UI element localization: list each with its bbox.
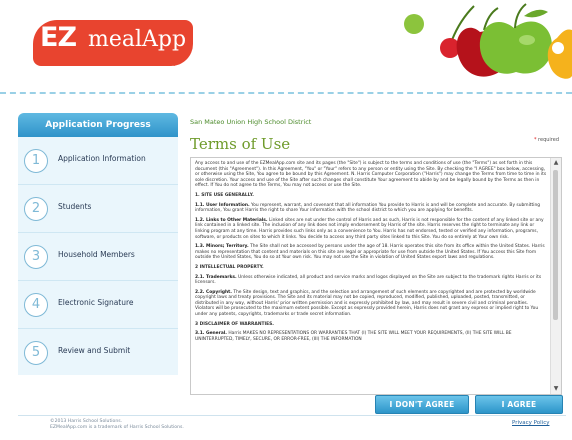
step-number: 1 [24,149,48,173]
required-star: * [533,137,537,143]
footer-divider [18,415,566,416]
clause-heading: 2.1. Trademarks. [195,274,237,280]
dont-agree-button[interactable]: I DON'T AGREE [375,395,469,414]
required-note: * required [534,137,559,143]
step-students[interactable]: 2 Students [18,185,178,233]
district-name: San Mateo Union High School District [190,118,312,126]
section-heading: 3 DISCLAIMER OF WARRANTIES. [195,321,274,327]
clause-heading: 2.2. Copyright. [195,289,232,295]
apple-green-icon [479,21,552,74]
logo-com-text: .com [151,58,176,69]
step-application-information[interactable]: 1 Application Information [18,137,178,185]
page-title: Terms of Use [190,135,291,153]
scroll-up-icon[interactable]: ▲ [552,159,560,167]
header-divider [0,92,572,94]
scroll-thumb[interactable] [553,170,558,320]
clause-heading: 3.1. General. [195,331,227,337]
clause-body: Unless otherwise indicated, all product … [195,274,542,286]
step-label: Household Members [58,250,135,259]
clause-heading: 1.2. Links to Other Materials. [195,217,268,223]
fruit-illustration [404,3,572,79]
step-number: 2 [24,197,48,221]
main-content: San Mateo Union High School District Ter… [190,113,565,414]
clause-body: The Site design, text and graphics, and … [195,289,539,318]
terms-paragraph: 3.1. General. Harris MAKES NO REPRESENTA… [195,331,547,342]
logo-ez-text: EZ [40,22,77,53]
step-label: Review and Submit [58,346,131,355]
step-label: Application Information [58,154,146,163]
step-label: Electronic Signature [58,298,134,307]
pear-icon [547,29,572,79]
header: EZ mealApp .com [0,0,572,108]
trademark-line: EZMealApp.com is a trademark of Harris S… [50,425,184,430]
step-household-members[interactable]: 3 Household Members [18,233,178,281]
terms-paragraph: 2.1. Trademarks. Unless otherwise indica… [195,275,547,286]
required-label: required [538,137,559,143]
terms-paragraph: 1.3. Minors; Territory. The Site shall n… [195,244,547,261]
step-number: 5 [24,341,48,365]
terms-paragraph: 1.2. Links to Other Materials. Linked si… [195,218,547,240]
clause-body: Harris MAKES NO REPRESENTATIONS OR WARRA… [195,331,512,342]
terms-text: Any access to and use of the EZMealApp.c… [195,161,547,346]
step-review-and-submit[interactable]: 5 Review and Submit [18,329,178,376]
application-progress-panel: Application Progress 1 Application Infor… [18,113,178,375]
clause-heading: 1.3. Minors; Territory. [195,244,249,250]
step-number: 4 [24,293,48,317]
terms-intro: Any access to and use of the EZMealApp.c… [195,161,547,189]
logo-meal-text: mealApp [88,27,187,52]
terms-paragraph: 2.2. Copyright. The Site design, text an… [195,290,547,318]
terms-scroll-box[interactable]: Any access to and use of the EZMealApp.c… [190,157,562,395]
agree-button[interactable]: I AGREE [475,395,563,414]
terms-scrollbar[interactable]: ▲ ▼ [550,158,561,394]
section-heading: 2 INTELLECTUAL PROPERTY. [195,264,264,270]
footer-copyright: ©2013 Harris School Solutions. EZMealApp… [50,419,184,431]
step-number: 3 [24,245,48,269]
privacy-policy-link[interactable]: Privacy Policy [512,420,549,426]
scroll-down-icon[interactable]: ▼ [552,385,560,393]
step-electronic-signature[interactable]: 4 Electronic Signature [18,281,178,329]
lime-icon [404,14,424,34]
clause-heading: 1.1. User Information. [195,202,250,208]
step-label: Students [58,202,92,211]
sidebar-title: Application Progress [18,113,178,137]
section-heading: 1. SITE USE GENERALLY. [195,192,254,198]
terms-paragraph: 1.1. User Information. You represent, wa… [195,203,547,214]
